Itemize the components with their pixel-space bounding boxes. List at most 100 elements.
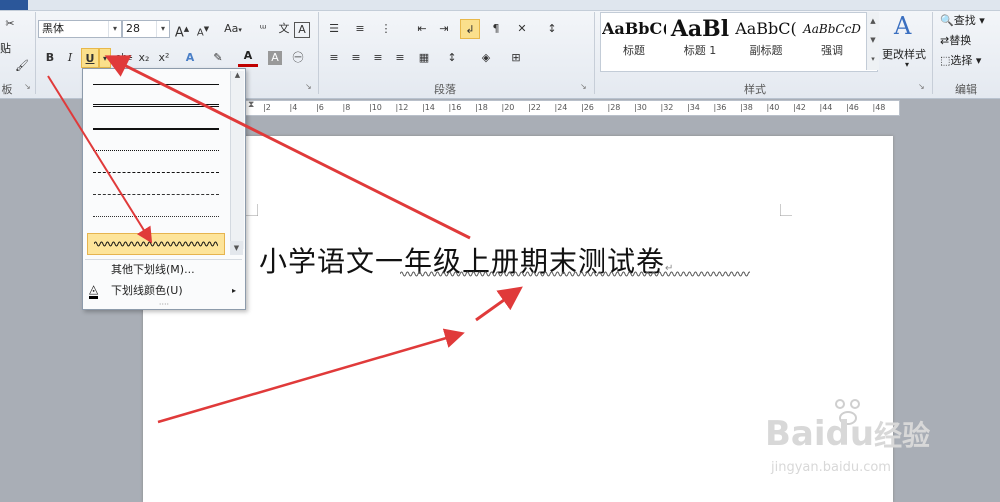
scroll-more-icon[interactable]: ▼ [230, 241, 243, 255]
multilevel-list-icon[interactable]: ⋮ [376, 19, 396, 39]
underline-dashed[interactable] [87, 161, 225, 183]
underline-color-item[interactable]: ◬ 下划线颜色(U) ▸ [85, 281, 242, 301]
borders-icon[interactable]: ⊞ [506, 48, 526, 68]
wavy-underline [400, 271, 750, 277]
italic-button[interactable]: I [60, 48, 80, 68]
chevron-down-icon[interactable]: ▾ [108, 21, 121, 37]
distributed-icon[interactable]: ▦ [414, 48, 434, 68]
style-heading1[interactable]: AaBl 标题 1 [668, 12, 732, 68]
ruler-tick: |26 [581, 103, 594, 112]
ruler-tick: |6 [316, 103, 324, 112]
ruler-tick: |18 [475, 103, 488, 112]
enclosed-char-icon[interactable]: ㊀ [288, 48, 308, 68]
font-name-value: 黑体 [42, 22, 64, 35]
font-name-combo[interactable]: 黑体 ▾ [38, 20, 122, 38]
sort-icon[interactable]: ↕ [542, 19, 562, 39]
bullets-icon[interactable]: ☰ [324, 19, 344, 39]
ruler-tick: |10 [369, 103, 382, 112]
phonetic-guide-icon[interactable]: ᵚ [253, 19, 273, 39]
ruler-tick: |42 [793, 103, 806, 112]
styles-group-label: 样式 [744, 83, 766, 96]
show-marks-icon[interactable]: ↲ [460, 19, 480, 39]
margin-corner-top-right [780, 204, 792, 216]
grow-font-icon[interactable]: A▲ [172, 19, 192, 40]
text-effects-icon[interactable]: A [180, 48, 200, 68]
underline-button[interactable]: U [81, 48, 99, 68]
font-size-combo[interactable]: 28 ▾ [122, 20, 170, 38]
ruler-tick: |48 [872, 103, 886, 112]
highlight-icon[interactable]: ✎ [208, 48, 228, 68]
paragraph-mark-icon[interactable]: ¶ [486, 19, 506, 39]
font-launcher-icon[interactable]: ↘ [305, 82, 314, 91]
chevron-down-icon[interactable]: ▾ [156, 21, 169, 37]
ruler-tick: |2 [263, 103, 271, 112]
shrink-font-icon[interactable]: A▼ [193, 19, 213, 39]
underline-dot-dot-dash[interactable] [87, 205, 225, 227]
subscript-button[interactable]: x₂ [134, 48, 154, 68]
underline-thick[interactable] [87, 117, 225, 139]
replace-icon: ⇄ [940, 34, 950, 47]
dropdown-scrollbar[interactable]: ▲ [230, 71, 244, 249]
font-color-icon[interactable]: A [238, 48, 258, 67]
char-shading-icon[interactable]: A [268, 51, 282, 65]
justify-icon[interactable]: ≡ [390, 48, 410, 68]
ruler-tick: |34 [687, 103, 700, 112]
more-underlines-item[interactable]: 其他下划线(M)... [85, 260, 242, 280]
numbering-icon[interactable]: ≡ [350, 19, 370, 39]
cut-icon[interactable]: ✂ [0, 14, 20, 34]
bold-button[interactable]: B [40, 48, 60, 68]
paste-label[interactable]: 贴 [0, 40, 11, 56]
ruler-tick: |16 [448, 103, 462, 112]
styles-scroll[interactable]: ▲ ▼ ▾ [866, 12, 879, 70]
style-title[interactable]: AaBbC( 标题 [602, 12, 666, 68]
group-separator [35, 12, 36, 94]
group-separator [932, 12, 933, 94]
line-spacing-icon[interactable]: ↕ [442, 48, 462, 68]
underline-dotted[interactable] [87, 139, 225, 161]
paragraph-launcher-icon[interactable]: ↘ [580, 82, 589, 91]
change-styles-label[interactable]: 更改样式 [882, 46, 926, 62]
paint-bucket-icon: ◬ [89, 282, 99, 299]
styles-launcher-icon[interactable]: ↘ [918, 82, 927, 91]
watermark-brand: Baidu经验 [765, 414, 931, 454]
scroll-up-icon[interactable]: ▲ [231, 71, 244, 79]
chevron-down-icon[interactable]: ▾ [905, 60, 909, 69]
editing-group-label: 编辑 [955, 83, 977, 96]
ruler-tick: |22 [528, 103, 541, 112]
horizontal-ruler[interactable]: |2 |4 |6 |8 |10 |12 |14 |16 |18 |20 |22 |24 |26 |28 |3… [244, 100, 900, 116]
style-subtitle[interactable]: AaBbC( 副标题 [734, 12, 798, 68]
style-emphasis[interactable]: AaBbCcD 强调 [800, 12, 864, 68]
change-case-icon[interactable]: Aa▾ [220, 19, 246, 39]
ruler-tick: |28 [607, 103, 621, 112]
replace-button[interactable]: ⇄替换 [940, 32, 971, 48]
file-tab[interactable] [0, 0, 28, 10]
underline-dropdown-arrow[interactable]: ▾ [99, 48, 111, 68]
indent-marker-icon[interactable]: ⧗ [248, 100, 258, 116]
increase-indent-icon[interactable]: ⇥ [434, 19, 454, 39]
clear-format-icon[interactable]: A [294, 22, 310, 38]
align-center-icon[interactable]: ≡ [346, 48, 366, 68]
align-left-icon[interactable]: ≡ [324, 48, 344, 68]
chevron-right-icon: ▸ [231, 286, 236, 295]
underline-double[interactable] [87, 95, 225, 117]
align-right-icon[interactable]: ≡ [368, 48, 388, 68]
resize-grip-icon[interactable]: ···· [149, 301, 179, 309]
format-painter-icon[interactable]: 🖌 [12, 56, 32, 76]
underline-wave[interactable] [87, 233, 225, 255]
clipboard-launcher-icon[interactable]: ↘ [24, 82, 33, 91]
find-button[interactable]: 🔍查找 ▾ [940, 12, 985, 28]
char-border-icon[interactable]: 文 [274, 19, 294, 39]
change-styles-icon[interactable]: A [894, 12, 911, 40]
superscript-button[interactable]: x² [154, 48, 174, 68]
ruler-tick: |8 [342, 103, 351, 112]
chinese-layout-icon[interactable]: ✕ [512, 19, 532, 39]
underline-dot-dash[interactable] [87, 183, 225, 205]
ruler-tick: |12 [395, 103, 409, 112]
underline-single[interactable] [87, 73, 225, 95]
select-button[interactable]: ⬚选择 ▾ [940, 52, 981, 68]
strikethrough-button[interactable]: abc [114, 48, 134, 68]
find-icon: 🔍 [940, 14, 954, 27]
shading-icon[interactable]: ◈ [476, 48, 496, 68]
group-separator [594, 12, 595, 94]
decrease-indent-icon[interactable]: ⇤ [412, 19, 432, 39]
